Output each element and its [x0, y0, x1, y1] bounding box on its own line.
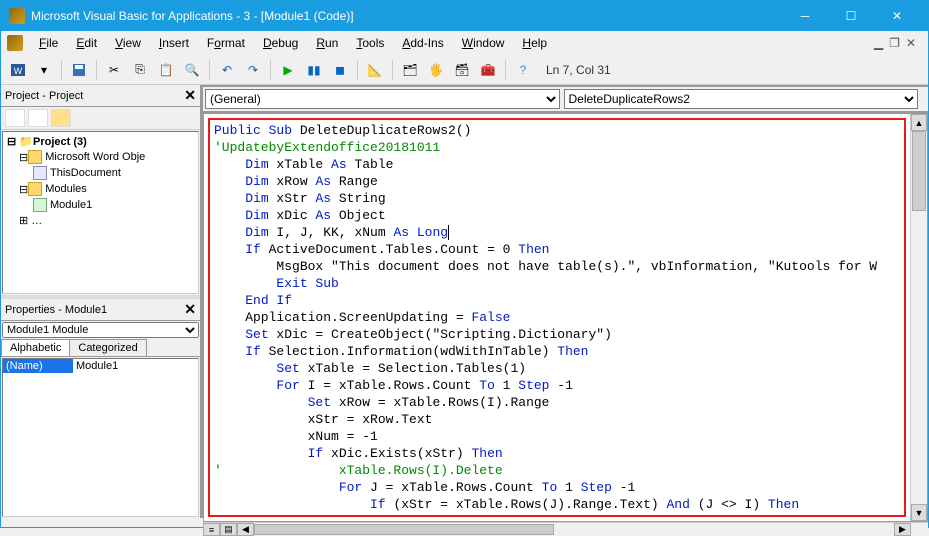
horizontal-scrollbar[interactable]: ≡ ▤ ◀ ▶ [203, 522, 928, 536]
tab-alphabetic[interactable]: Alphabetic [1, 339, 70, 356]
full-module-view-button[interactable]: ▤ [220, 523, 237, 536]
object-browser-button[interactable]: 🗃 [451, 59, 473, 81]
view-object-button[interactable] [28, 109, 48, 127]
toolbar: W ▾ ✂ ⎘ 📋 🔍 ↶ ↷ ▶ ▮▮ ◼ 📐 🗂 🖐 🗃 🧰 ? Ln 7,… [1, 55, 928, 85]
properties-grid[interactable]: (Name) Module1 [2, 358, 199, 517]
properties-panel-title: Properties - Module1 [5, 304, 107, 316]
tree-thisdocument[interactable]: ThisDocument [5, 165, 196, 181]
properties-tabs: Alphabetic Categorized [1, 339, 200, 357]
menu-addins[interactable]: Add-Ins [394, 34, 451, 52]
close-button[interactable]: ✕ [874, 1, 920, 31]
app-icon [9, 8, 25, 24]
project-toolbar [1, 107, 200, 130]
menu-window[interactable]: Window [454, 34, 513, 52]
toggle-folders-button[interactable] [51, 109, 71, 127]
mdi-minimize-button[interactable]: ▁ [874, 36, 883, 50]
scroll-thumb-h[interactable] [254, 524, 554, 535]
menu-insert[interactable]: Insert [151, 34, 197, 52]
tree-root[interactable]: ⊟ 📁 Project (3) [5, 134, 196, 149]
cut-button[interactable]: ✂ [103, 59, 125, 81]
project-explorer-button[interactable]: 🗂 [399, 59, 421, 81]
paste-button[interactable]: 📋 [155, 59, 177, 81]
menu-format[interactable]: Format [199, 34, 253, 52]
scroll-thumb-v[interactable] [912, 131, 926, 211]
window-title: Microsoft Visual Basic for Applications … [31, 9, 782, 23]
find-button[interactable]: 🔍 [181, 59, 203, 81]
scroll-left-button[interactable]: ◀ [237, 523, 254, 536]
menu-file[interactable]: File [31, 34, 66, 52]
menubar: File Edit View Insert Format Debug Run T… [1, 31, 928, 55]
minimize-button[interactable]: ─ [782, 1, 828, 31]
run-button[interactable]: ▶ [277, 59, 299, 81]
reset-button[interactable]: ◼ [329, 59, 351, 81]
tree-modules[interactable]: ⊟ Modules [5, 181, 196, 197]
vertical-scrollbar[interactable]: ▲ ▼ [910, 114, 927, 521]
tab-categorized[interactable]: Categorized [69, 339, 146, 356]
menu-run[interactable]: Run [308, 34, 346, 52]
project-panel-title: Project - Project [5, 90, 83, 102]
tree-module1[interactable]: Module1 [5, 197, 196, 213]
cursor-position: Ln 7, Col 31 [546, 63, 611, 77]
tree-word-objects[interactable]: ⊟ Microsoft Word Obje [5, 149, 196, 165]
prop-name-value[interactable]: Module1 [73, 359, 198, 373]
properties-panel-header: Properties - Module1 ✕ [1, 299, 200, 321]
tree-collapsed[interactable]: ⊞ … [5, 213, 196, 228]
copy-button[interactable]: ⎘ [129, 59, 151, 81]
menu-help[interactable]: Help [514, 34, 555, 52]
scroll-up-button[interactable]: ▲ [911, 114, 927, 131]
scroll-down-button[interactable]: ▼ [911, 504, 927, 521]
mdi-close-button[interactable]: ✕ [906, 36, 916, 50]
toolbox-button[interactable]: 🧰 [477, 59, 499, 81]
object-combo[interactable]: (General) [205, 89, 560, 109]
project-tree[interactable]: ⊟ 📁 Project (3) ⊟ Microsoft Word Obje Th… [2, 131, 199, 294]
prop-name-key: (Name) [3, 359, 73, 373]
undo-button[interactable]: ↶ [216, 59, 238, 81]
properties-panel-close[interactable]: ✕ [184, 301, 196, 318]
insert-dropdown[interactable]: ▾ [33, 59, 55, 81]
redo-button[interactable]: ↷ [242, 59, 264, 81]
menu-debug[interactable]: Debug [255, 34, 306, 52]
svg-text:W: W [14, 66, 23, 76]
procedure-view-button[interactable]: ≡ [203, 523, 220, 536]
vba-icon [7, 35, 23, 51]
menu-tools[interactable]: Tools [348, 34, 392, 52]
properties-object-combo[interactable]: Module1 Module [2, 322, 199, 338]
titlebar: Microsoft Visual Basic for Applications … [1, 1, 928, 31]
maximize-button[interactable]: ☐ [828, 1, 874, 31]
break-button[interactable]: ▮▮ [303, 59, 325, 81]
mdi-restore-button[interactable]: ❐ [889, 36, 900, 50]
view-code-button[interactable] [5, 109, 25, 127]
word-icon[interactable]: W [7, 59, 29, 81]
properties-button[interactable]: 🖐 [425, 59, 447, 81]
project-panel-close[interactable]: ✕ [184, 87, 196, 104]
code-editor[interactable]: Public Sub DeleteDuplicateRows2() 'Updat… [210, 120, 904, 515]
design-mode-button[interactable]: 📐 [364, 59, 386, 81]
procedure-combo[interactable]: DeleteDuplicateRows2 [564, 89, 919, 109]
menu-edit[interactable]: Edit [68, 34, 105, 52]
help-button[interactable]: ? [512, 59, 534, 81]
project-panel-header: Project - Project ✕ [1, 85, 200, 107]
prop-row-name[interactable]: (Name) Module1 [3, 359, 198, 373]
resize-grip[interactable] [911, 523, 928, 536]
menu-view[interactable]: View [107, 34, 149, 52]
save-button[interactable] [68, 59, 90, 81]
scroll-right-button[interactable]: ▶ [894, 523, 911, 536]
